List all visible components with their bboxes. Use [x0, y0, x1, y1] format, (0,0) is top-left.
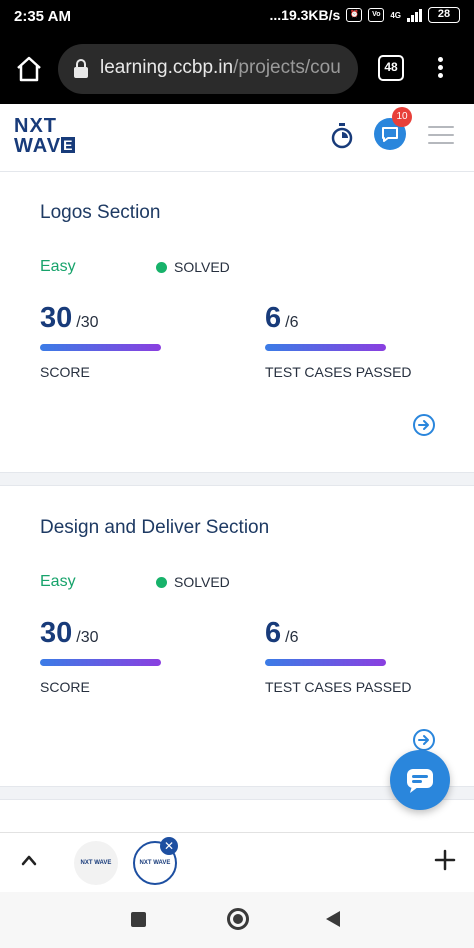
url-path: /projects/cou	[233, 57, 341, 78]
card-title: Design and Deliver Section	[40, 517, 270, 538]
tests-label: TEST CASES PASSED	[265, 364, 412, 380]
score-progress-bar	[40, 659, 161, 666]
app-header: NXT WAV E 10	[0, 104, 474, 172]
back-icon[interactable]	[326, 911, 340, 927]
nxtwave-logo[interactable]: NXT WAV E	[14, 116, 84, 160]
home-nav-icon[interactable]	[227, 908, 249, 930]
difficulty-label: Easy	[40, 258, 76, 275]
card-divider	[0, 472, 474, 486]
signal-strength-icon	[407, 8, 422, 22]
project-list: Logos Section Easy SOLVED 30/30 SCORE 6/…	[0, 172, 474, 832]
new-tab-plus-icon[interactable]	[434, 849, 456, 871]
tests-metric: 6/6 TEST CASES PASSED	[265, 302, 412, 380]
score-max: /30	[76, 314, 99, 331]
status-time: 2:35 AM	[14, 8, 71, 25]
tests-label: TEST CASES PASSED	[265, 679, 412, 695]
close-tab-icon[interactable]: ✕	[160, 837, 178, 855]
hamburger-menu-icon[interactable]	[428, 126, 454, 146]
tests-value: 6	[265, 617, 282, 649]
status-indicators: ...19.3KB/s ⏰ Vo 4G 28	[269, 7, 460, 23]
chat-fab-button[interactable]	[390, 750, 450, 810]
notification-badge: 10	[392, 107, 412, 127]
solved-dot-icon	[156, 261, 167, 273]
tab-thumbnail[interactable]: NXT WAVE	[74, 841, 118, 885]
browser-toolbar: learning.ccbp.in/projects/cou 48	[0, 34, 474, 104]
status-badge: SOLVED	[156, 574, 230, 590]
browser-menu-icon[interactable]	[432, 54, 448, 84]
tests-progress-bar	[265, 659, 386, 666]
battery-icon: 28	[428, 7, 460, 23]
score-max: /30	[76, 629, 99, 646]
chevron-up-icon[interactable]	[20, 853, 38, 867]
network-type: 4G	[390, 10, 401, 20]
open-project-arrow-icon[interactable]	[413, 414, 435, 436]
tests-progress-bar	[265, 344, 386, 351]
logo-line2: WAV E	[14, 135, 76, 157]
url-host: learning.ccbp.in	[100, 57, 234, 78]
tests-max: /6	[285, 314, 299, 331]
network-speed: ...19.3KB/s	[269, 7, 341, 23]
score-label: SCORE	[40, 679, 90, 695]
score-metric: 30/30 SCORE	[40, 302, 161, 380]
tab-switcher-button[interactable]: 48	[378, 55, 404, 81]
score-progress-bar	[40, 344, 161, 351]
open-project-arrow-icon[interactable]	[413, 729, 435, 751]
score-value: 30	[40, 302, 73, 334]
card-title: Logos Section	[40, 202, 161, 223]
tests-value: 6	[265, 302, 282, 334]
project-card: Logos Section Easy SOLVED 30/30 SCORE 6/…	[0, 172, 474, 472]
score-label: SCORE	[40, 364, 90, 380]
project-card: Design and Deliver Section Easy SOLVED 3…	[0, 487, 474, 787]
home-icon[interactable]	[14, 54, 44, 84]
logo-line1: NXT	[14, 115, 57, 137]
status-badge: SOLVED	[156, 259, 230, 275]
status-text: SOLVED	[174, 574, 230, 590]
solved-dot-icon	[156, 576, 167, 588]
status-bar: 2:35 AM ...19.3KB/s ⏰ Vo 4G 28	[0, 0, 474, 34]
url-text: learning.ccbp.in/projects/cou	[100, 57, 356, 79]
stopwatch-icon[interactable]	[330, 122, 354, 150]
tab-strip: NXT WAVE NXT WAVE ✕	[0, 832, 474, 892]
recents-icon[interactable]	[131, 912, 146, 927]
alarm-icon: ⏰	[346, 8, 363, 22]
difficulty-label: Easy	[40, 573, 76, 590]
address-bar[interactable]: learning.ccbp.in/projects/cou	[58, 44, 358, 94]
lock-icon	[74, 59, 88, 78]
status-text: SOLVED	[174, 259, 230, 275]
score-value: 30	[40, 617, 73, 649]
system-nav-bar	[0, 892, 474, 948]
score-metric: 30/30 SCORE	[40, 617, 161, 695]
volte-icon: Vo	[368, 8, 385, 22]
tests-metric: 6/6 TEST CASES PASSED	[265, 617, 412, 695]
tests-max: /6	[285, 629, 299, 646]
